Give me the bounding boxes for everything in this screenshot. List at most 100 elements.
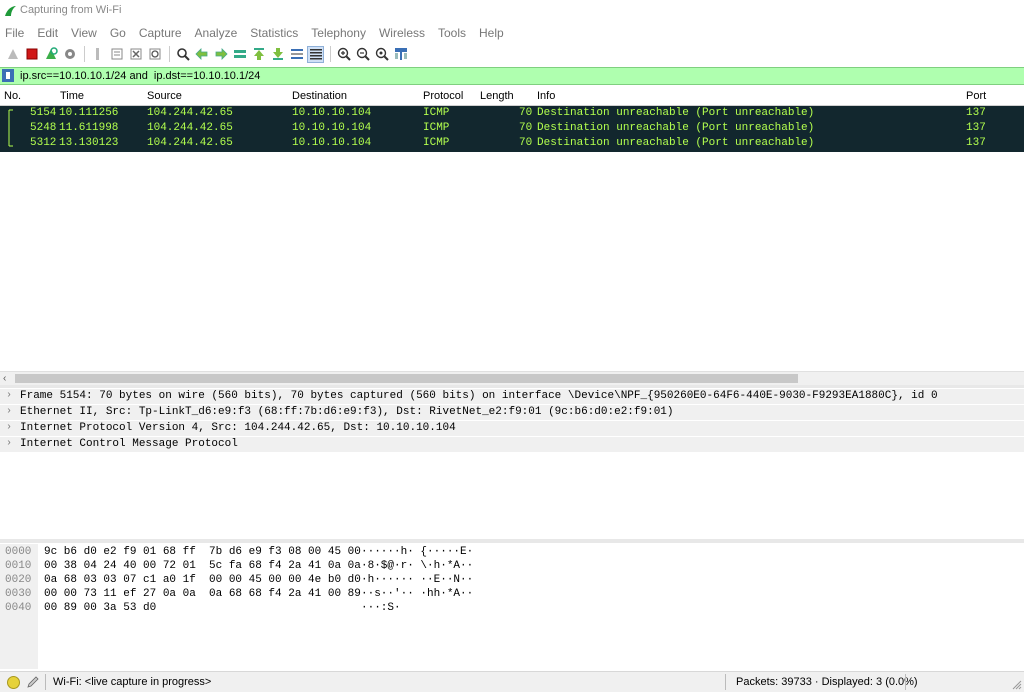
bytes-row[interactable]: 0020 0a 68 03 03 07 c1 a0 1f 00 00 45 00… [0, 574, 1024, 588]
chevron-right-icon[interactable]: › [6, 390, 12, 401]
detail-text: Internet Control Message Protocol [20, 438, 238, 450]
detail-tree-item[interactable]: › Frame 5154: 70 bytes on wire (560 bits… [0, 389, 1024, 404]
detail-text: Internet Protocol Version 4, Src: 104.24… [20, 422, 456, 434]
bytes-hex[interactable]: 00 00 73 11 ef 27 0a 0a 0a 68 68 f4 2a 4… [44, 588, 361, 600]
open-file-icon[interactable] [89, 46, 106, 63]
menu-wireless[interactable]: Wireless [373, 24, 432, 42]
packet-info: Destination unreachable (Port unreachabl… [537, 137, 815, 149]
start-capture-icon[interactable] [4, 46, 21, 63]
packet-bytes-pane: 0000 9c b6 d0 e2 f9 01 68 ff 7b d6 e9 f3… [0, 544, 1024, 669]
bytes-offset: 0040 [5, 602, 32, 614]
packet-time: 13.130123 [59, 137, 119, 149]
column-header-destination[interactable]: Destination [292, 90, 347, 102]
menu-analyze[interactable]: Analyze [189, 24, 245, 42]
menu-help[interactable]: Help [473, 24, 511, 42]
detail-tree-item[interactable]: › Internet Protocol Version 4, Src: 104.… [0, 421, 1024, 436]
bytes-ascii[interactable]: ···:S· [361, 602, 401, 614]
column-header-no[interactable]: No. [4, 90, 21, 102]
column-header-time[interactable]: Time [60, 90, 84, 102]
menu-capture[interactable]: Capture [133, 24, 189, 42]
go-last-icon[interactable] [269, 46, 286, 63]
packet-protocol: ICMP [423, 137, 450, 149]
conversation-bracket-icon [8, 121, 10, 136]
display-filter-bar [0, 67, 1024, 85]
colorize-icon[interactable] [307, 45, 324, 63]
close-file-icon[interactable] [127, 46, 144, 63]
scroll-left-icon[interactable]: ‹ [3, 372, 6, 385]
edit-comment-icon[interactable] [26, 675, 40, 689]
main-toolbar [0, 43, 1024, 65]
column-header-info[interactable]: Info [537, 90, 555, 102]
packet-row[interactable]: 5154 10.111256 104.244.42.65 10.10.10.10… [0, 106, 1024, 121]
packet-row[interactable]: 5312 13.130123 104.244.42.65 10.10.10.10… [0, 136, 1024, 152]
bytes-row[interactable]: 0040 00 89 00 3a 53 d0 ···:S· [0, 602, 1024, 616]
go-forward-icon[interactable] [212, 46, 229, 63]
pane-splitter[interactable] [0, 385, 1024, 388]
bytes-ascii[interactable]: ·8·$@·r· \·h·*A·· [361, 560, 473, 572]
packet-port: 137 [966, 107, 986, 119]
stop-capture-icon[interactable] [23, 46, 40, 63]
capture-options-icon[interactable] [61, 46, 78, 63]
bytes-row[interactable]: 0030 00 00 73 11 ef 27 0a 0a 0a 68 68 f4… [0, 588, 1024, 602]
display-filter-input[interactable] [18, 68, 1015, 83]
bytes-row[interactable]: 0010 00 38 04 24 40 00 72 01 5c fa 68 f4… [0, 560, 1024, 574]
packet-port: 137 [966, 122, 986, 134]
bytes-row[interactable]: 0000 9c b6 d0 e2 f9 01 68 ff 7b d6 e9 f3… [0, 546, 1024, 560]
detail-tree-item[interactable]: › Ethernet II, Src: Tp-LinkT_d6:e9:f3 (6… [0, 405, 1024, 420]
packet-list-hscrollbar[interactable]: ‹ [0, 371, 1024, 385]
bytes-hex[interactable]: 00 89 00 3a 53 d0 [44, 602, 156, 614]
menu-go[interactable]: Go [104, 24, 133, 42]
zoom-in-icon[interactable] [335, 46, 352, 63]
column-header-source[interactable]: Source [147, 90, 182, 102]
scrollbar-thumb[interactable] [15, 374, 798, 383]
menu-tools[interactable]: Tools [432, 24, 473, 42]
pane-splitter[interactable] [0, 539, 1024, 543]
resize-columns-icon[interactable] [392, 46, 409, 63]
status-separator [45, 674, 46, 690]
resize-grip-icon[interactable] [1012, 680, 1022, 690]
restart-capture-icon[interactable] [42, 46, 59, 63]
packet-details-pane: › Frame 5154: 70 bytes on wire (560 bits… [0, 389, 1024, 539]
packet-length: 70 [519, 122, 533, 134]
status-bar: Wi-Fi: <live capture in progress> Packet… [0, 671, 1024, 692]
status-separator [905, 674, 906, 690]
menu-file[interactable]: File [0, 24, 31, 42]
autoscroll-icon[interactable] [288, 46, 305, 63]
column-header-length[interactable]: Length [480, 90, 514, 102]
chevron-right-icon[interactable]: › [6, 438, 12, 449]
zoom-normal-icon[interactable] [373, 46, 390, 63]
reload-icon[interactable] [146, 46, 163, 63]
zoom-out-icon[interactable] [354, 46, 371, 63]
chevron-right-icon[interactable]: › [6, 406, 12, 417]
go-back-icon[interactable] [193, 46, 210, 63]
packet-list-header: No. Time Source Destination Protocol Len… [0, 88, 1024, 106]
packet-count-status: Packets: 39733 · Displayed: 3 (0.0%) [736, 676, 918, 688]
bytes-hex[interactable]: 0a 68 03 03 07 c1 a0 1f 00 00 45 00 00 4… [44, 574, 361, 586]
packet-protocol: ICMP [423, 122, 450, 134]
packet-port: 137 [966, 137, 986, 149]
column-header-protocol[interactable]: Protocol [423, 90, 463, 102]
bytes-ascii[interactable]: ··s··'·· ·hh·*A·· [361, 588, 473, 600]
menu-bar: File Edit View Go Capture Analyze Statis… [0, 24, 1024, 42]
save-file-icon[interactable] [108, 46, 125, 63]
capture-status-icon[interactable] [7, 676, 20, 689]
menu-view[interactable]: View [65, 24, 104, 42]
packet-no: 5248 [30, 122, 57, 134]
menu-statistics[interactable]: Statistics [244, 24, 305, 42]
detail-tree-item[interactable]: › Internet Control Message Protocol [0, 437, 1024, 452]
packet-source: 104.244.42.65 [147, 137, 233, 149]
bookmark-icon[interactable] [2, 69, 14, 82]
bytes-hex[interactable]: 00 38 04 24 40 00 72 01 5c fa 68 f4 2a 4… [44, 560, 361, 572]
packet-row[interactable]: 5248 11.611998 104.244.42.65 10.10.10.10… [0, 121, 1024, 136]
find-packet-icon[interactable] [174, 46, 191, 63]
bytes-ascii[interactable]: ·h······ ··E··N·· [361, 574, 473, 586]
go-to-packet-icon[interactable] [231, 46, 248, 63]
menu-edit[interactable]: Edit [31, 24, 65, 42]
bytes-hex[interactable]: 9c b6 d0 e2 f9 01 68 ff 7b d6 e9 f3 08 0… [44, 546, 361, 558]
menu-telephony[interactable]: Telephony [305, 24, 373, 42]
go-first-icon[interactable] [250, 46, 267, 63]
chevron-right-icon[interactable]: › [6, 422, 12, 433]
packet-info: Destination unreachable (Port unreachabl… [537, 107, 815, 119]
bytes-ascii[interactable]: ······h· {·····E· [361, 546, 473, 558]
column-header-port[interactable]: Port [966, 90, 986, 102]
